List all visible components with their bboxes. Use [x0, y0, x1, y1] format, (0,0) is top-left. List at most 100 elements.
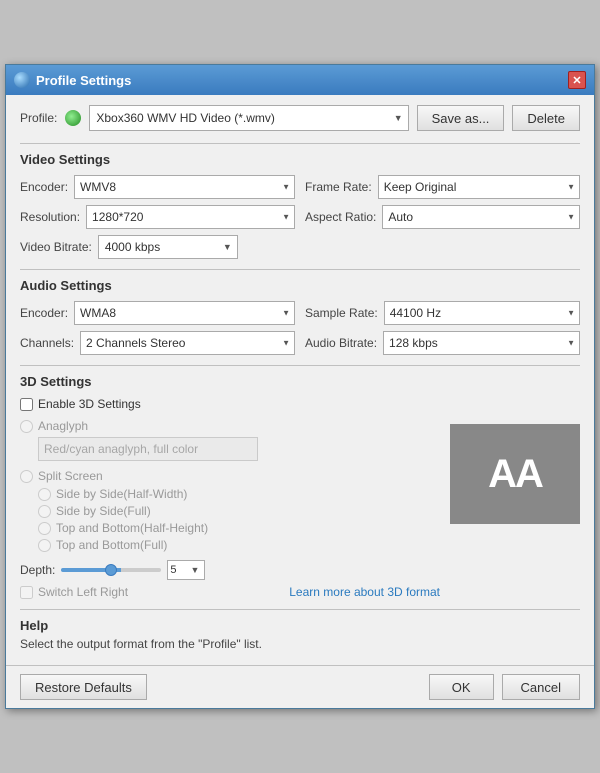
audio-settings-title: Audio Settings: [20, 278, 580, 293]
3d-settings-section: 3D Settings Enable 3D Settings Anaglyph …: [20, 365, 580, 599]
anaglyph-radio[interactable]: [20, 420, 33, 433]
channels-row: Channels: 2 Channels Stereo 1 Channel Mo…: [20, 331, 295, 355]
3d-settings-title: 3D Settings: [20, 374, 580, 389]
video-encoder-label: Encoder:: [20, 180, 68, 194]
top-bottom-half-label[interactable]: Top and Bottom(Half-Height): [56, 521, 208, 535]
xbox-icon: [65, 110, 81, 126]
split-screen-radio[interactable]: [20, 470, 33, 483]
top-bottom-half-row: Top and Bottom(Half-Height): [38, 521, 440, 535]
dialog-body: Profile: Xbox360 WMV HD Video (*.wmv) Sa…: [6, 95, 594, 665]
resolution-label: Resolution:: [20, 210, 80, 224]
anaglyph-label[interactable]: Anaglyph: [38, 419, 88, 433]
sample-rate-select-wrap: 44100 Hz 22050 Hz 11025 Hz: [384, 301, 580, 325]
enable-3d-row: Enable 3D Settings: [20, 397, 580, 411]
learn-more-link[interactable]: Learn more about 3D format: [289, 585, 440, 599]
app-icon: [14, 72, 30, 88]
preview-aa-text: AA: [488, 452, 542, 497]
enable-3d-label[interactable]: Enable 3D Settings: [38, 397, 141, 411]
audio-bitrate-select[interactable]: 128 kbps 192 kbps 256 kbps 64 kbps: [383, 331, 580, 355]
aspect-ratio-label: Aspect Ratio:: [305, 210, 376, 224]
footer-right: OK Cancel: [429, 674, 580, 700]
delete-button[interactable]: Delete: [512, 105, 580, 131]
footer: Restore Defaults OK Cancel: [6, 665, 594, 708]
side-by-side-half-label[interactable]: Side by Side(Half-Width): [56, 487, 187, 501]
depth-slider[interactable]: [61, 568, 161, 572]
channels-select-wrap: 2 Channels Stereo 1 Channel Mono: [80, 331, 295, 355]
top-bottom-full-label[interactable]: Top and Bottom(Full): [56, 538, 167, 552]
profile-row: Profile: Xbox360 WMV HD Video (*.wmv) Sa…: [20, 105, 580, 131]
split-screen-label[interactable]: Split Screen: [38, 469, 103, 483]
sample-rate-select[interactable]: 44100 Hz 22050 Hz 11025 Hz: [384, 301, 580, 325]
split-screen-options: Side by Side(Half-Width) Side by Side(Fu…: [38, 487, 440, 552]
close-button[interactable]: ✕: [568, 71, 586, 89]
save-as-button[interactable]: Save as...: [417, 105, 505, 131]
video-encoder-select-wrap: WMV8 WMV9: [74, 175, 295, 199]
title-bar-left: Profile Settings: [14, 72, 131, 88]
video-bitrate-label: Video Bitrate:: [20, 240, 92, 254]
resolution-row: Resolution: 1280*720 1920*1080 854*480 6…: [20, 205, 295, 229]
video-form-grid: Encoder: WMV8 WMV9 Frame Rate: Keep Orig…: [20, 175, 580, 229]
video-bitrate-row: Video Bitrate: 4000 kbps 2000 kbps 1000 …: [20, 235, 580, 259]
enable-3d-checkbox[interactable]: [20, 398, 33, 411]
help-section: Help Select the output format from the "…: [20, 609, 580, 651]
cancel-button[interactable]: Cancel: [502, 674, 580, 700]
profile-select-wrap: Xbox360 WMV HD Video (*.wmv): [89, 105, 408, 131]
title-bar: Profile Settings ✕: [6, 65, 594, 95]
restore-defaults-button[interactable]: Restore Defaults: [20, 674, 147, 700]
anaglyph-select[interactable]: Red/cyan anaglyph, full color: [38, 437, 258, 461]
audio-bitrate-select-wrap: 128 kbps 192 kbps 256 kbps 64 kbps: [383, 331, 580, 355]
profile-settings-dialog: Profile Settings ✕ Profile: Xbox360 WMV …: [5, 64, 595, 709]
side-by-side-full-label[interactable]: Side by Side(Full): [56, 504, 151, 518]
audio-form-grid: Encoder: WMA8 WMA9 Sample Rate: 44100 Hz: [20, 301, 580, 355]
audio-bitrate-row: Audio Bitrate: 128 kbps 192 kbps 256 kbp…: [305, 331, 580, 355]
help-text: Select the output format from the "Profi…: [20, 637, 580, 651]
profile-select[interactable]: Xbox360 WMV HD Video (*.wmv): [89, 105, 408, 131]
depth-select[interactable]: 5 1 2 3 4 6 7 8 9 10: [167, 560, 205, 580]
dialog-title: Profile Settings: [36, 73, 131, 88]
aspect-ratio-select-wrap: Auto 16:9 4:3: [382, 205, 580, 229]
resolution-select-wrap: 1280*720 1920*1080 854*480 640*360: [86, 205, 295, 229]
audio-encoder-select-wrap: WMA8 WMA9: [74, 301, 295, 325]
channels-select[interactable]: 2 Channels Stereo 1 Channel Mono: [80, 331, 295, 355]
anaglyph-select-row: Red/cyan anaglyph, full color: [38, 437, 440, 461]
side-by-side-half-radio[interactable]: [38, 488, 51, 501]
depth-label: Depth:: [20, 563, 55, 577]
switch-lr-row: Switch Left Right Learn more about 3D fo…: [20, 585, 440, 599]
aspect-ratio-row: Aspect Ratio: Auto 16:9 4:3: [305, 205, 580, 229]
side-by-side-half-row: Side by Side(Half-Width): [38, 487, 440, 501]
video-bitrate-select-wrap: 4000 kbps 2000 kbps 1000 kbps: [98, 235, 238, 259]
top-bottom-full-row: Top and Bottom(Full): [38, 538, 440, 552]
3d-content: Anaglyph Red/cyan anaglyph, full color S…: [20, 419, 580, 599]
depth-row: Depth: 5 1 2 3 4 6 7 8: [20, 560, 440, 580]
channels-label: Channels:: [20, 336, 74, 350]
frame-rate-select[interactable]: Keep Original 29.97 25 24: [378, 175, 580, 199]
depth-value-wrap: 5 1 2 3 4 6 7 8 9 10: [167, 560, 205, 580]
switch-lr-checkbox[interactable]: [20, 586, 33, 599]
switch-lr-label[interactable]: Switch Left Right: [38, 585, 128, 599]
audio-settings-section: Audio Settings Encoder: WMA8 WMA9 Sample…: [20, 269, 580, 355]
help-title: Help: [20, 618, 580, 633]
video-encoder-select[interactable]: WMV8 WMV9: [74, 175, 295, 199]
sample-rate-label: Sample Rate:: [305, 306, 378, 320]
anaglyph-row: Anaglyph: [20, 419, 440, 433]
side-by-side-full-radio[interactable]: [38, 505, 51, 518]
ok-button[interactable]: OK: [429, 674, 494, 700]
top-bottom-half-radio[interactable]: [38, 522, 51, 535]
aspect-ratio-select[interactable]: Auto 16:9 4:3: [382, 205, 580, 229]
video-bitrate-select[interactable]: 4000 kbps 2000 kbps 1000 kbps: [98, 235, 238, 259]
frame-rate-label: Frame Rate:: [305, 180, 372, 194]
top-bottom-full-radio[interactable]: [38, 539, 51, 552]
video-settings-title: Video Settings: [20, 152, 580, 167]
resolution-select[interactable]: 1280*720 1920*1080 854*480 640*360: [86, 205, 295, 229]
video-encoder-row: Encoder: WMV8 WMV9: [20, 175, 295, 199]
audio-encoder-label: Encoder:: [20, 306, 68, 320]
frame-rate-row: Frame Rate: Keep Original 29.97 25 24: [305, 175, 580, 199]
split-screen-row: Split Screen: [20, 469, 440, 483]
side-by-side-full-row: Side by Side(Full): [38, 504, 440, 518]
audio-bitrate-label: Audio Bitrate:: [305, 336, 377, 350]
audio-encoder-row: Encoder: WMA8 WMA9: [20, 301, 295, 325]
video-settings-section: Video Settings Encoder: WMV8 WMV9 Frame …: [20, 143, 580, 259]
audio-encoder-select[interactable]: WMA8 WMA9: [74, 301, 295, 325]
3d-left-panel: Anaglyph Red/cyan anaglyph, full color S…: [20, 419, 440, 599]
profile-label: Profile:: [20, 111, 57, 125]
